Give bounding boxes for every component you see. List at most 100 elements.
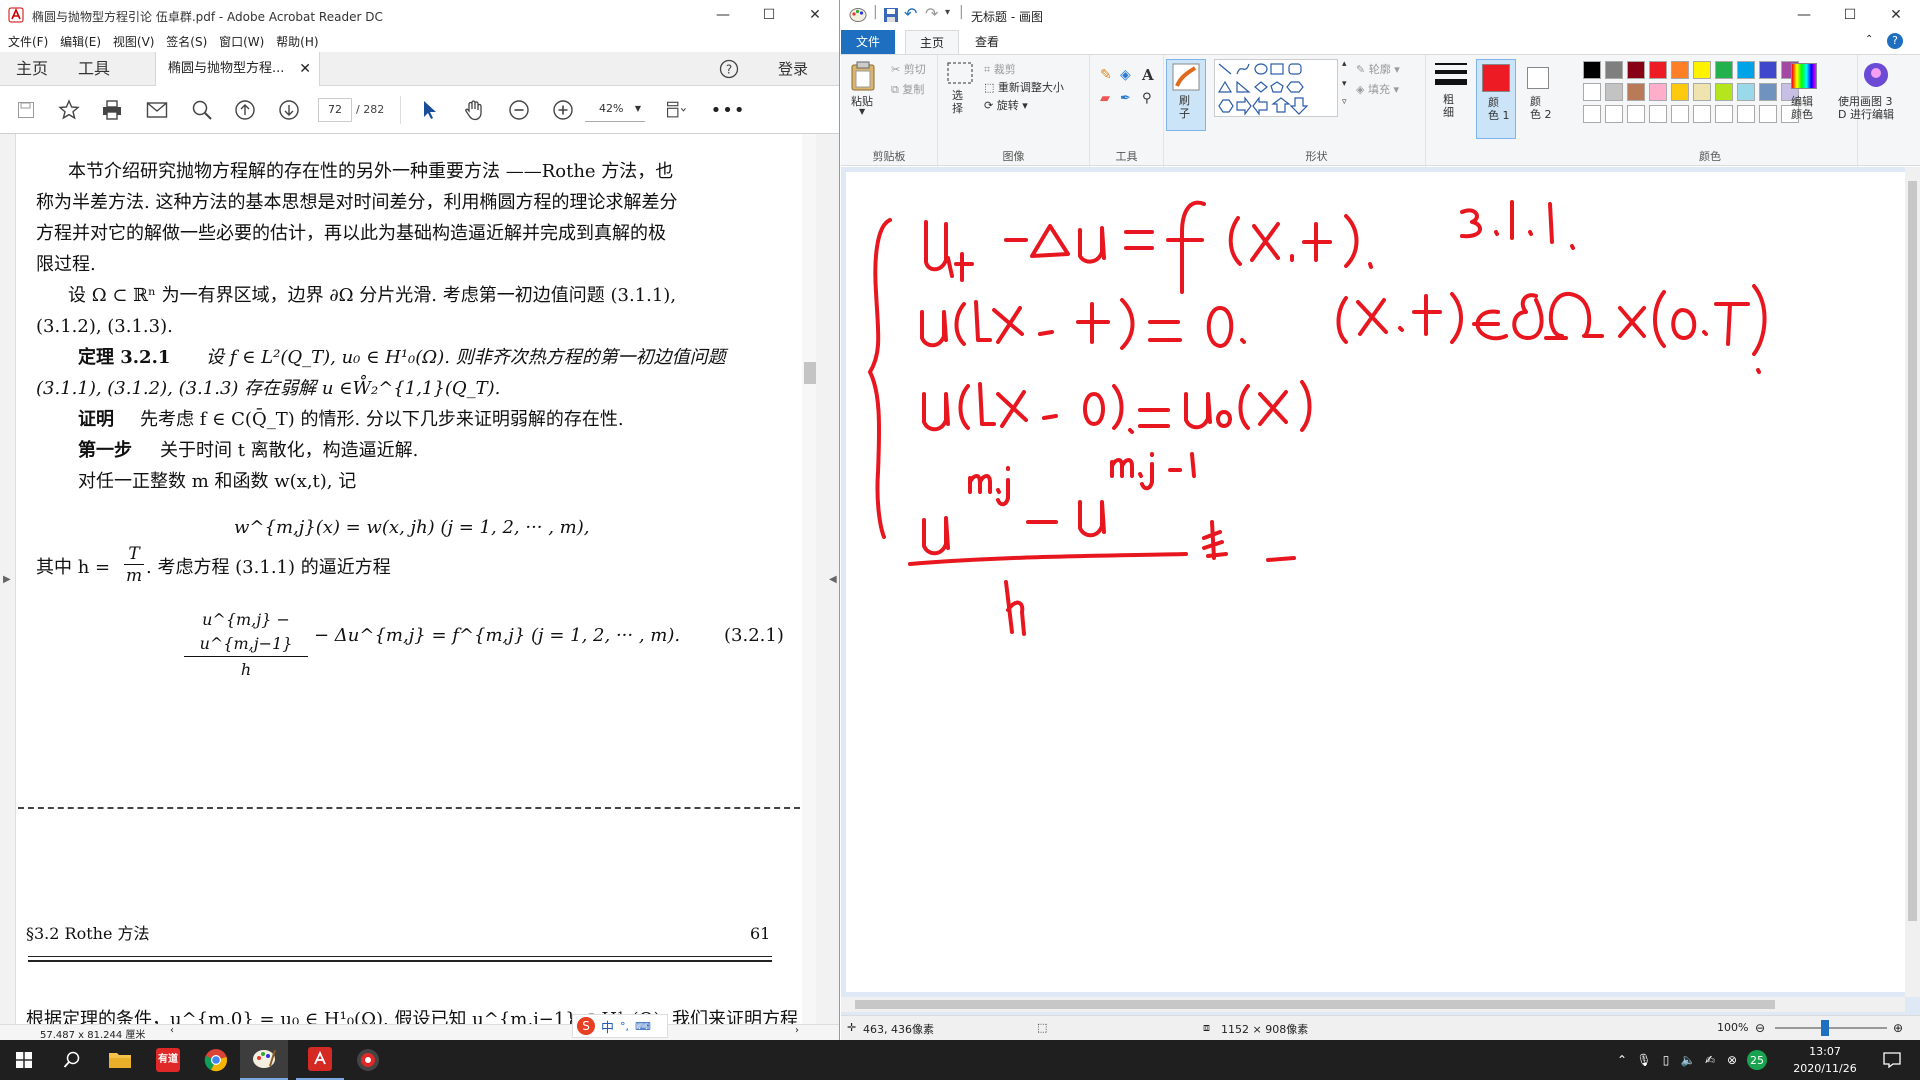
tab-home[interactable]: 主页	[16, 52, 48, 86]
tab-document[interactable]: 椭圆与抛物型方程... ✕	[155, 52, 320, 87]
palette-swatch-empty[interactable]	[1583, 105, 1601, 123]
tab-view[interactable]: 查看	[961, 30, 1013, 55]
pencil-icon[interactable]: ✎	[1100, 67, 1112, 83]
show-hidden-icons[interactable]: ⌃	[1612, 1040, 1632, 1080]
palette-swatch[interactable]	[1715, 61, 1733, 79]
palette-swatch-empty[interactable]	[1627, 105, 1645, 123]
text-tool-icon[interactable]: A	[1142, 66, 1154, 84]
menu-file[interactable]: 文件(F)	[0, 30, 48, 50]
eraser-icon[interactable]: ▰	[1100, 91, 1110, 106]
print-icon[interactable]	[100, 98, 124, 122]
palette-swatch[interactable]	[1759, 61, 1777, 79]
rotate-button[interactable]: ⟳ 旋转 ▾	[984, 97, 1028, 113]
outline-button[interactable]: ✎ 轮廓 ▾	[1356, 61, 1400, 77]
document-scrollbar[interactable]	[802, 134, 816, 1024]
shapes-scroll-down-icon[interactable]: ▾	[1342, 79, 1347, 89]
horizontal-scroll-thumb[interactable]	[855, 1000, 1775, 1009]
save-icon[interactable]	[14, 98, 38, 122]
palette-swatch-empty[interactable]	[1693, 105, 1711, 123]
palette-swatch[interactable]	[1649, 83, 1667, 101]
cut-button[interactable]: ✂ 剪切	[891, 61, 926, 77]
palette-swatch-empty[interactable]	[1671, 105, 1689, 123]
select-cursor-icon[interactable]	[418, 98, 442, 122]
shapes-gallery[interactable]	[1214, 59, 1338, 117]
zoom-out-icon[interactable]	[507, 98, 531, 122]
minimize-button[interactable]: —	[700, 0, 746, 30]
scroll-left-icon[interactable]: ‹	[170, 1025, 174, 1036]
vertical-scroll-thumb[interactable]	[1908, 181, 1917, 921]
bookmark-star-icon[interactable]	[57, 98, 81, 122]
search-button[interactable]	[48, 1040, 96, 1080]
menu-help[interactable]: 帮助(H)	[268, 30, 318, 50]
palette-swatch[interactable]	[1605, 83, 1623, 101]
help-icon[interactable]: ?	[714, 49, 744, 89]
canvas-horizontal-scrollbar[interactable]	[841, 997, 1905, 1012]
email-icon[interactable]	[145, 98, 169, 122]
notification-center-icon[interactable]	[1872, 1040, 1912, 1080]
page-down-icon[interactable]	[277, 98, 301, 122]
edit-colors-button[interactable]: 编辑 颜色	[1785, 59, 1825, 139]
palette-swatch-empty[interactable]	[1715, 105, 1733, 123]
zoom-slider-thumb[interactable]	[1821, 1020, 1829, 1036]
close-button[interactable]: ✕	[1873, 0, 1919, 30]
search-zoom-icon[interactable]	[190, 98, 214, 122]
more-options-icon[interactable]: •••	[711, 98, 745, 122]
palette-swatch[interactable]	[1759, 83, 1777, 101]
network-off-icon[interactable]: ⊗	[1722, 1040, 1742, 1080]
palette-swatch[interactable]	[1671, 61, 1689, 79]
brushes-button[interactable]: 刷 子	[1166, 59, 1206, 131]
menu-window[interactable]: 窗口(W)	[211, 30, 264, 50]
zoom-slider[interactable]	[1775, 1027, 1887, 1029]
menu-sign[interactable]: 签名(S)	[158, 30, 207, 50]
pen-icon[interactable]: ✍	[1700, 1040, 1720, 1080]
fill-bucket-icon[interactable]: ◈	[1120, 67, 1131, 83]
page-up-icon[interactable]	[233, 98, 257, 122]
color2-button[interactable]: 颜 色 2	[1519, 59, 1559, 139]
tab-home[interactable]: 主页	[905, 30, 960, 55]
page-number-input[interactable]: 72	[318, 98, 352, 122]
palette-swatch[interactable]	[1649, 61, 1667, 79]
page-display-icon[interactable]	[665, 98, 689, 122]
start-button[interactable]	[0, 1040, 48, 1080]
close-tab-icon[interactable]: ✕	[299, 52, 311, 86]
palette-swatch-empty[interactable]	[1649, 105, 1667, 123]
screen-recorder-button[interactable]	[344, 1040, 392, 1080]
qat-customize-icon[interactable]: ▾	[945, 7, 950, 18]
crop-button[interactable]: ⌗ 裁剪	[984, 61, 1016, 77]
chrome-button[interactable]	[192, 1040, 240, 1080]
battery-icon[interactable]: ▯	[1656, 1040, 1676, 1080]
palette-swatch[interactable]	[1627, 83, 1645, 101]
zoom-out-icon[interactable]: ⊖	[1755, 1021, 1765, 1035]
resize-button[interactable]: ⬚ 重新调整大小	[984, 79, 1064, 95]
menu-edit[interactable]: 编辑(E)	[52, 30, 101, 50]
drawing-canvas[interactable]	[846, 172, 1906, 992]
paint-taskbar-button[interactable]	[240, 1040, 288, 1080]
zoom-level-select[interactable]: 42% ▼	[585, 98, 645, 122]
microphone-icon[interactable]: 🎙	[1634, 1040, 1654, 1080]
palette-swatch[interactable]	[1693, 83, 1711, 101]
undo-icon[interactable]: ↶	[904, 4, 917, 23]
shapes-scroll-up-icon[interactable]: ▴	[1342, 59, 1347, 69]
palette-swatch[interactable]	[1715, 83, 1733, 101]
minimize-button[interactable]: —	[1781, 0, 1827, 30]
shapes-expand-icon[interactable]: ▿	[1342, 97, 1347, 107]
maximize-button[interactable]: ☐	[1827, 0, 1873, 30]
file-menu-button[interactable]: 文件	[841, 30, 895, 54]
palette-swatch-empty[interactable]	[1737, 105, 1755, 123]
zoom-in-icon[interactable]	[551, 98, 575, 122]
left-panel-toggle[interactable]: ▶	[0, 134, 16, 1024]
palette-swatch[interactable]	[1737, 61, 1755, 79]
ribbon-collapse-icon[interactable]: ⌃	[1865, 34, 1873, 45]
copy-button[interactable]: ⧉ 复制	[891, 81, 924, 97]
maximize-button[interactable]: ☐	[746, 0, 792, 30]
color1-button[interactable]: 颜 色 1	[1476, 59, 1516, 139]
palette-swatch-empty[interactable]	[1605, 105, 1623, 123]
palette-swatch[interactable]	[1583, 83, 1601, 101]
palette-swatch[interactable]	[1693, 61, 1711, 79]
fill-button[interactable]: ◈ 填充 ▾	[1356, 81, 1399, 97]
ime-toolbar[interactable]: S 中 °, ⌨	[572, 1014, 668, 1038]
canvas-vertical-scrollbar[interactable]	[1905, 167, 1920, 997]
volume-icon[interactable]: 🔈	[1678, 1040, 1698, 1080]
paste-button[interactable]: 粘贴 ▼	[849, 61, 879, 119]
zoom-in-icon[interactable]: ⊕	[1893, 1021, 1903, 1035]
